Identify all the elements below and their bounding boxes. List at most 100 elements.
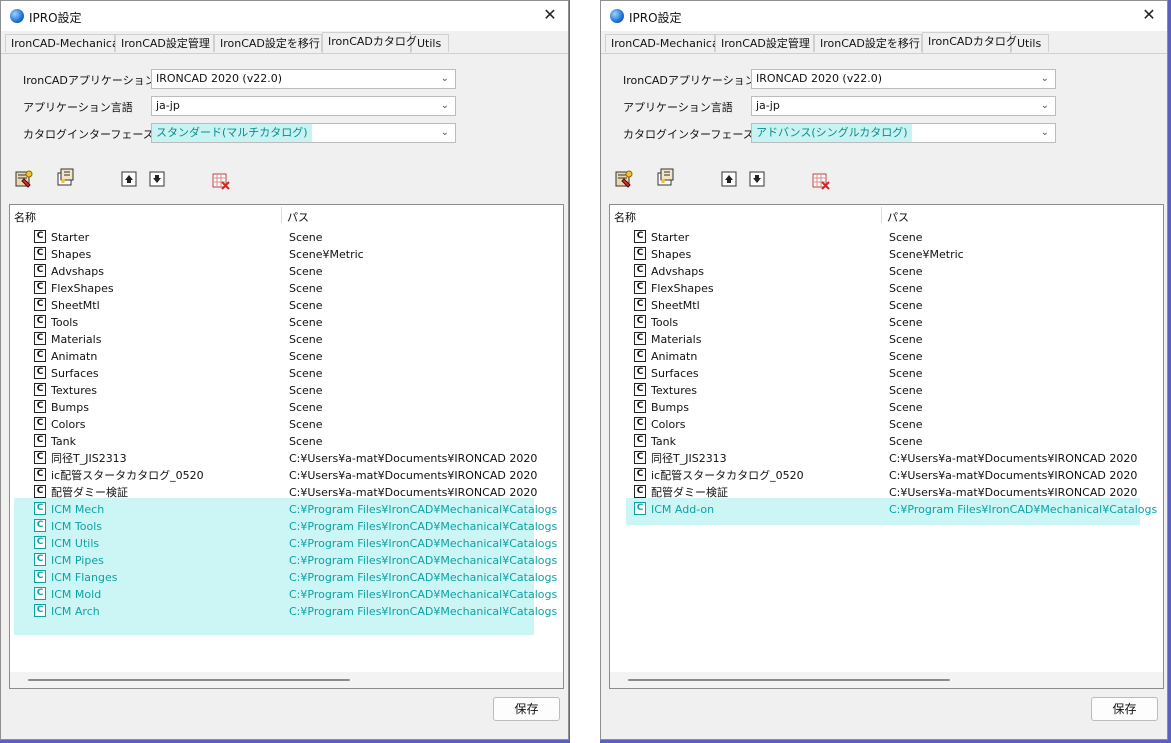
tab-1[interactable]: IronCAD設定管理	[115, 34, 214, 52]
catalog-name: Bumps	[51, 401, 89, 414]
scrollbar-thumb[interactable]	[28, 679, 350, 681]
list-item[interactable]: C Animatn Scene	[10, 348, 563, 365]
save-button[interactable]: 保存	[493, 697, 560, 721]
add-catalog-icon[interactable]	[614, 169, 634, 189]
list-item[interactable]: Cic配管スタータカタログ_0520 C:¥Users¥a-mat¥Documen…	[610, 467, 1163, 484]
tab-0[interactable]: IronCAD-Mechanical	[5, 34, 122, 52]
column-header-name[interactable]: 名称	[614, 209, 636, 225]
list-item[interactable]: C 同径T_JIS2313 C:¥Users¥a-mat¥Documents¥IRO…	[10, 450, 563, 467]
scrollbar-thumb[interactable]	[628, 679, 950, 681]
list-item[interactable]: C SheetMtl Scene	[10, 297, 563, 314]
list-item[interactable]: C Colors Scene	[10, 416, 563, 433]
list-item[interactable]: C Shapes Scene¥Metric	[10, 246, 563, 263]
chevron-down-icon: ⌄	[1040, 100, 1049, 111]
catalog-c-icon: C	[634, 400, 646, 413]
list-item[interactable]: C FlexShapes Scene	[10, 280, 563, 297]
field-dropdown[interactable]: アドバンス(シングルカタログ) ⌄	[751, 123, 1056, 143]
field-dropdown[interactable]: スタンダード(マルチカタログ) ⌄	[151, 123, 456, 143]
list-item[interactable]: C ICM Add-on C:¥Program Files¥IronCAD¥Mech…	[610, 501, 1163, 518]
catalog-path: Scene	[289, 401, 323, 414]
dropdown-value: IRONCAD 2020 (v22.0)	[756, 72, 883, 85]
column-divider[interactable]	[881, 207, 882, 223]
delete-catalog-icon[interactable]	[811, 171, 831, 191]
list-item[interactable]: C Tank Scene	[10, 433, 563, 450]
field-dropdown[interactable]: IRONCAD 2020 (v22.0) ⌄	[151, 69, 456, 89]
catalog-path: C:¥Program Files¥IronCAD¥Mechanical¥Cata…	[289, 571, 558, 584]
catalog-name: Textures	[651, 384, 697, 397]
list-item[interactable]: C Tank Scene	[610, 433, 1163, 450]
save-button[interactable]: 保存	[1091, 697, 1158, 721]
list-item[interactable]: C Advshaps Scene	[610, 263, 1163, 280]
tab-2[interactable]: IronCAD設定を移行	[814, 34, 922, 52]
list-item[interactable]: C Starter Scene	[10, 229, 563, 246]
catalog-path: Scene	[289, 435, 323, 448]
move-up-icon[interactable]	[721, 171, 741, 191]
list-item[interactable]: C Surfaces Scene	[610, 365, 1163, 382]
list-item[interactable]: C Bumps Scene	[10, 399, 563, 416]
list-item[interactable]: C Surfaces Scene	[10, 365, 563, 382]
field-dropdown[interactable]: ja-jp ⌄	[151, 96, 456, 116]
field-label: カタログインターフェース	[623, 128, 754, 141]
close-button[interactable]: ✕	[1139, 5, 1159, 25]
chevron-down-icon: ⌄	[1040, 127, 1049, 138]
list-item[interactable]: C 同径T_JIS2313 C:¥Users¥a-mat¥Documents¥IRO…	[610, 450, 1163, 467]
catalog-list[interactable]: 名称 パス C Starter Scene C Shapes Scene¥Metric C Adv…	[609, 204, 1164, 689]
catalog-path: Scene	[889, 384, 923, 397]
catalog-name: ICM Flanges	[51, 571, 118, 584]
catalog-path: Scene	[289, 299, 323, 312]
list-item[interactable]: C ICM Flanges C:¥Program Files¥IronCAD¥Mec…	[10, 569, 563, 586]
list-item[interactable]: C Materials Scene	[10, 331, 563, 348]
horizontal-scrollbar[interactable]	[610, 672, 1163, 688]
list-item[interactable]: C Starter Scene	[610, 229, 1163, 246]
catalog-name: ic配管スタータカタログ_0520	[651, 469, 804, 482]
list-item[interactable]: C Animatn Scene	[610, 348, 1163, 365]
delete-catalog-icon[interactable]	[211, 171, 231, 191]
tab-3[interactable]: IronCADカタログ	[922, 32, 1017, 53]
tab-0[interactable]: IronCAD-Mechanical	[605, 34, 722, 52]
move-down-icon[interactable]	[149, 171, 169, 191]
field-dropdown[interactable]: IRONCAD 2020 (v22.0) ⌄	[751, 69, 1056, 89]
edit-catalog-icon[interactable]	[56, 167, 76, 187]
list-item[interactable]: C ICM Mech C:¥Program Files¥IronCAD¥Mechan…	[10, 501, 563, 518]
list-item[interactable]: C ICM Arch C:¥Program Files¥IronCAD¥Mechan…	[10, 603, 563, 620]
list-item[interactable]: C Textures Scene	[610, 382, 1163, 399]
catalog-name: SheetMtl	[51, 299, 100, 312]
tab-1[interactable]: IronCAD設定管理	[715, 34, 814, 52]
list-item[interactable]: C Shapes Scene¥Metric	[610, 246, 1163, 263]
close-button[interactable]: ✕	[540, 5, 560, 25]
catalog-name: Tools	[651, 316, 679, 329]
column-divider[interactable]	[281, 207, 282, 223]
list-item[interactable]: C ICM Tools C:¥Program Files¥IronCAD¥Mecha…	[10, 518, 563, 535]
list-item[interactable]: C 配管ダミー検証 C:¥Users¥a-mat¥Documents¥IRONCAD…	[610, 484, 1163, 501]
list-item[interactable]: C Colors Scene	[610, 416, 1163, 433]
catalog-path: C:¥Users¥a-mat¥Documents¥IRONCAD 2020	[889, 486, 1138, 499]
catalog-list[interactable]: 名称 パス C Starter Scene C Shapes Scene¥Metric C Adv…	[9, 204, 564, 689]
horizontal-scrollbar[interactable]	[10, 672, 563, 688]
add-catalog-icon[interactable]	[14, 169, 34, 189]
list-item[interactable]: C Tools Scene	[610, 314, 1163, 331]
list-item[interactable]: C ICM Utils C:¥Program Files¥IronCAD¥Mecha…	[10, 535, 563, 552]
list-item[interactable]: C FlexShapes Scene	[610, 280, 1163, 297]
catalog-path: C:¥Program Files¥IronCAD¥Mechanical¥Cata…	[289, 537, 558, 550]
list-item[interactable]: C Bumps Scene	[610, 399, 1163, 416]
list-item[interactable]: C Textures Scene	[10, 382, 563, 399]
move-down-icon[interactable]	[749, 171, 769, 191]
column-header-path[interactable]: パス	[287, 209, 309, 225]
field-dropdown[interactable]: ja-jp ⌄	[751, 96, 1056, 116]
catalog-path: Scene	[889, 333, 923, 346]
list-item[interactable]: C Advshaps Scene	[10, 263, 563, 280]
column-header-name[interactable]: 名称	[14, 209, 36, 225]
list-item[interactable]: Cic配管スタータカタログ_0520 C:¥Users¥a-mat¥Documen…	[10, 467, 563, 484]
list-item[interactable]: C Materials Scene	[610, 331, 1163, 348]
tab-2[interactable]: IronCAD設定を移行	[214, 34, 322, 52]
catalog-c-icon: C	[634, 264, 646, 277]
edit-catalog-icon[interactable]	[656, 167, 676, 187]
list-item[interactable]: C SheetMtl Scene	[610, 297, 1163, 314]
move-up-icon[interactable]	[121, 171, 141, 191]
list-item[interactable]: C Tools Scene	[10, 314, 563, 331]
column-header-path[interactable]: パス	[887, 209, 909, 225]
list-item[interactable]: C ICM Pipes C:¥Program Files¥IronCAD¥Mecha…	[10, 552, 563, 569]
list-item[interactable]: C ICM Mold C:¥Program Files¥IronCAD¥Mechan…	[10, 586, 563, 603]
tab-3[interactable]: IronCADカタログ	[322, 32, 417, 53]
list-item[interactable]: C 配管ダミー検証 C:¥Users¥a-mat¥Documents¥IRONCAD…	[10, 484, 563, 501]
